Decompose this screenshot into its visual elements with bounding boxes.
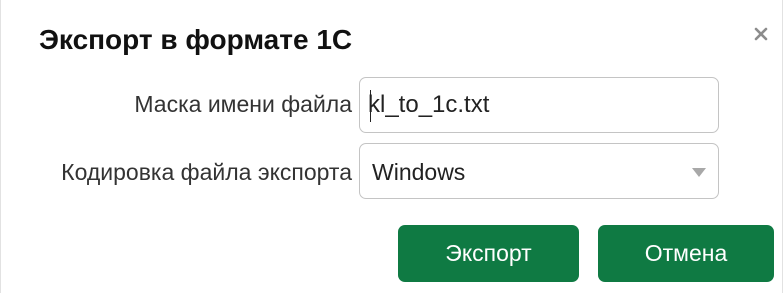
export-button[interactable]: Экспорт: [398, 225, 579, 282]
chevron-down-icon[interactable]: [692, 168, 706, 177]
export-encoding-label: Кодировка файла экспорта: [61, 159, 352, 185]
export-1c-dialog: Экспорт в формате 1С Маска имени файла К…: [0, 0, 783, 293]
close-icon[interactable]: [751, 20, 773, 48]
filename-mask-field[interactable]: [359, 77, 719, 133]
filename-mask-input[interactable]: [368, 80, 708, 130]
text-caret: [370, 90, 371, 122]
dialog-title: Экспорт в формате 1С: [39, 24, 353, 55]
cancel-button[interactable]: Отмена: [598, 225, 774, 282]
export-encoding-value: Windows: [372, 159, 466, 185]
filename-mask-label: Маска имени файла: [134, 91, 352, 117]
export-encoding-select[interactable]: Windows: [359, 143, 719, 199]
